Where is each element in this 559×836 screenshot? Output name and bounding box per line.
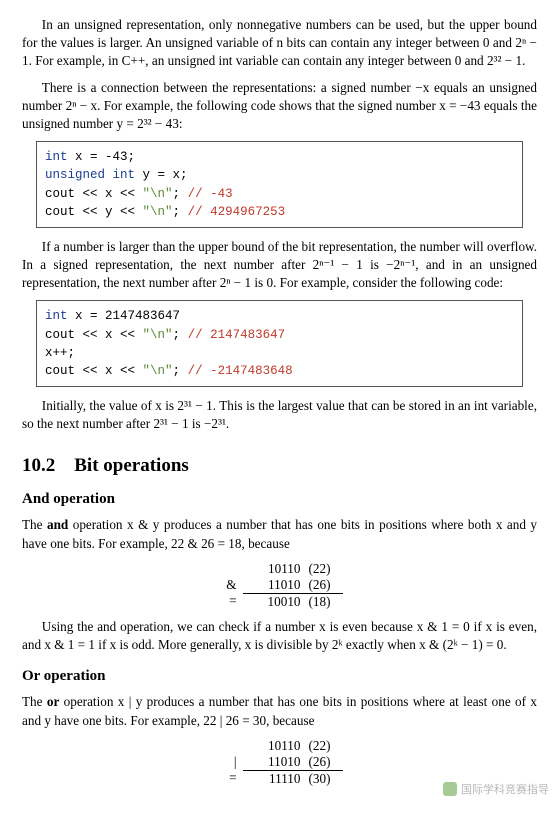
and-math-table: 10110 (22) & 11010 (26) = 10010 (18) [217,561,343,610]
code-block-2: int x = 2147483647 cout << x << "\n"; //… [36,300,523,387]
table-row: = 10010 (18) [217,593,343,610]
table-row: = 11110 (30) [217,770,343,787]
code-text: x = -43; [68,150,136,164]
paragraph-initially: Initially, the value of x is 2³¹ − 1. Th… [22,397,537,433]
bin-cell: 10110 [243,561,309,577]
text: operation x | y produces a number that h… [22,694,537,727]
code-keyword: unsigned int [45,168,135,182]
bin-cell: 10110 [243,738,309,754]
and-heading: And operation [22,491,537,508]
code-comment: // 4294967253 [188,205,286,219]
code-text: cout << x << [45,364,143,378]
wechat-icon [443,782,457,796]
op-cell: & [217,577,243,593]
code-string: "\n" [143,205,173,219]
bin-cell: 11010 [243,577,309,593]
table-row: & 11010 (26) [217,577,343,593]
or-paragraph: The or operation x | y produces a number… [22,693,537,729]
code-string: "\n" [143,328,173,342]
bold-text: and [47,517,68,532]
code-text: cout << x << [45,187,143,201]
op-cell [217,738,243,754]
code-comment: // 2147483647 [188,328,286,342]
code-string: "\n" [143,187,173,201]
dec-cell: (18) [309,593,343,610]
op-cell [217,561,243,577]
table-row: 10110 (22) [217,561,343,577]
code-keyword: int [45,150,68,164]
code-block-1: int x = -43; unsigned int y = x; cout <<… [36,141,523,228]
text: The [22,694,47,709]
code-comment: // -43 [188,187,233,201]
paragraph-overflow: If a number is larger than the upper bou… [22,238,537,293]
dec-cell: (22) [309,561,343,577]
code-keyword: int [45,309,68,323]
table-row: | 11010 (26) [217,754,343,770]
dec-cell: (22) [309,738,343,754]
bin-cell: 11010 [243,754,309,770]
paragraph-connection: There is a connection between the repres… [22,79,537,134]
or-math-table: 10110 (22) | 11010 (26) = 11110 (30) [217,738,343,787]
bin-cell: 11110 [243,770,309,787]
code-text: ; [173,205,188,219]
watermark-text: 国际学科竞赛指导 [461,781,549,797]
op-cell: = [217,770,243,787]
bold-text: or [47,694,59,709]
section-heading: 10.2 Bit operations [22,455,537,477]
and-paragraph: The and operation x & y produces a numbe… [22,516,537,552]
code-text: ; [173,328,188,342]
code-text: y = x; [135,168,188,182]
text: operation x & y produces a number that h… [22,517,537,550]
watermark: 国际学科竞赛指导 [443,781,549,797]
code-text: ; [173,364,188,378]
code-string: "\n" [143,364,173,378]
and-paragraph-2: Using the and operation, we can check if… [22,618,537,654]
code-text: ; [173,187,188,201]
table-row: 10110 (22) [217,738,343,754]
code-comment: // -2147483648 [188,364,293,378]
or-heading: Or operation [22,668,537,685]
paragraph-unsigned: In an unsigned representation, only nonn… [22,16,537,71]
dec-cell: (26) [309,577,343,593]
op-cell: = [217,593,243,610]
dec-cell: (30) [309,770,343,787]
bin-cell: 10010 [243,593,309,610]
code-text: x++; [45,346,75,360]
code-text: x = 2147483647 [68,309,181,323]
dec-cell: (26) [309,754,343,770]
code-text: cout << y << [45,205,143,219]
text: The [22,517,47,532]
op-cell: | [217,754,243,770]
code-text: cout << x << [45,328,143,342]
